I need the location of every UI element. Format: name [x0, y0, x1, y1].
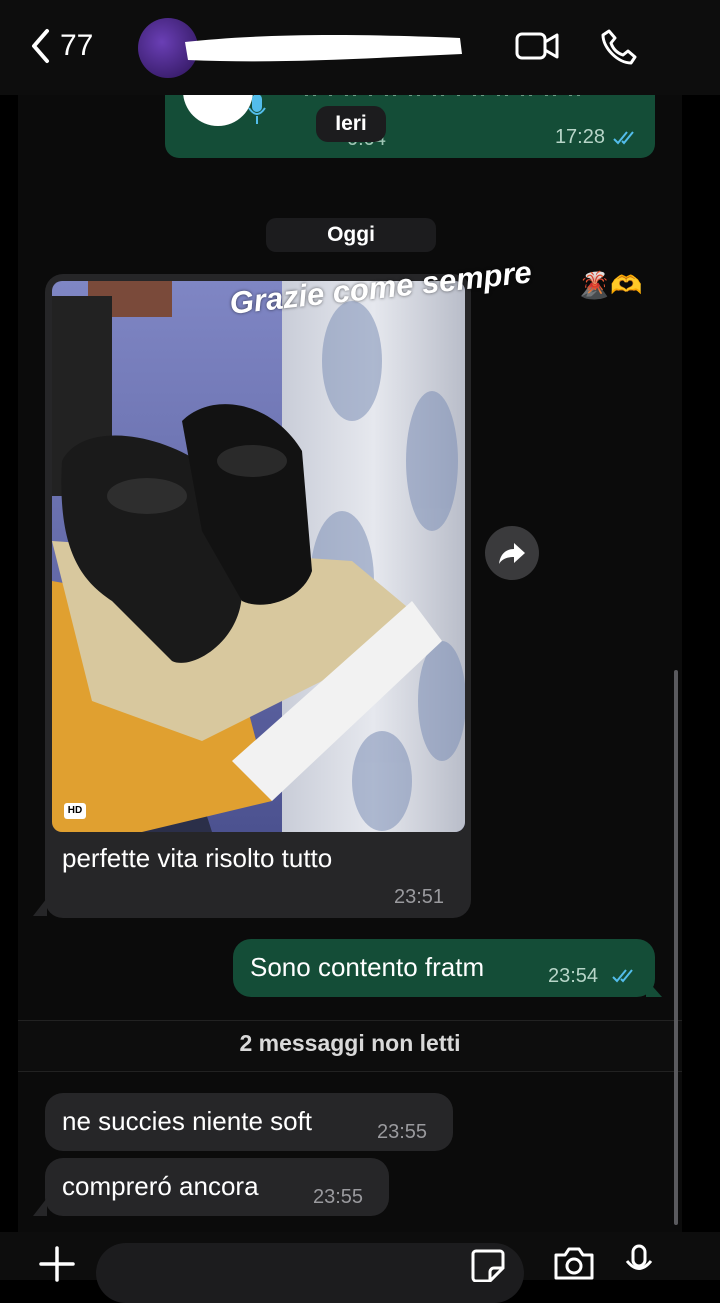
phone-call-icon[interactable] — [600, 28, 638, 66]
outgoing-message-text: Sono contento fratm — [250, 952, 485, 982]
bubble-tail — [646, 979, 662, 997]
shoes-photo[interactable] — [52, 281, 465, 832]
unread-count: 77 — [60, 29, 94, 62]
image-caption: perfette vita risolto tutto — [62, 843, 333, 873]
video-call-icon[interactable] — [514, 28, 560, 64]
incoming-message-time: 23:55 — [313, 1186, 364, 1208]
incoming-message-text: ne succies niente soft — [62, 1106, 313, 1136]
sticker-icon[interactable] — [470, 1248, 506, 1282]
bubble-tail — [33, 1198, 47, 1216]
image-message-time: 23:51 — [394, 886, 445, 908]
read-ticks-icon — [613, 131, 634, 145]
chat-header: 77 — [0, 0, 720, 95]
message-input[interactable] — [96, 1243, 524, 1303]
back-chevron-icon — [32, 29, 49, 63]
date-separator-yesterday: Ieri — [316, 106, 386, 142]
scrollbar[interactable] — [674, 670, 678, 1225]
microphone-icon[interactable] — [624, 1244, 654, 1280]
forward-arrow-icon — [499, 543, 525, 564]
voice-message-time: 17:28 — [554, 126, 605, 148]
incoming-message-time: 23:55 — [377, 1121, 428, 1143]
incoming-message-text: compreró ancora — [62, 1171, 259, 1201]
outgoing-message-time: 23:54 — [548, 965, 599, 987]
unread-messages-label: 2 messaggi non letti — [239, 1030, 461, 1056]
camera-icon[interactable] — [552, 1246, 596, 1280]
hd-badge: HD — [64, 803, 86, 819]
plus-icon[interactable] — [38, 1245, 76, 1283]
bubble-tail — [33, 898, 47, 916]
story-overlay-emoji: 🌋🫶 — [578, 270, 643, 300]
microphone-icon — [248, 94, 266, 124]
read-ticks-icon — [612, 969, 633, 983]
date-separator-today: Oggi — [266, 218, 436, 252]
back-button[interactable]: 77 — [30, 28, 93, 64]
forward-button[interactable] — [485, 526, 539, 580]
redacted-contact-name[interactable] — [180, 28, 465, 68]
